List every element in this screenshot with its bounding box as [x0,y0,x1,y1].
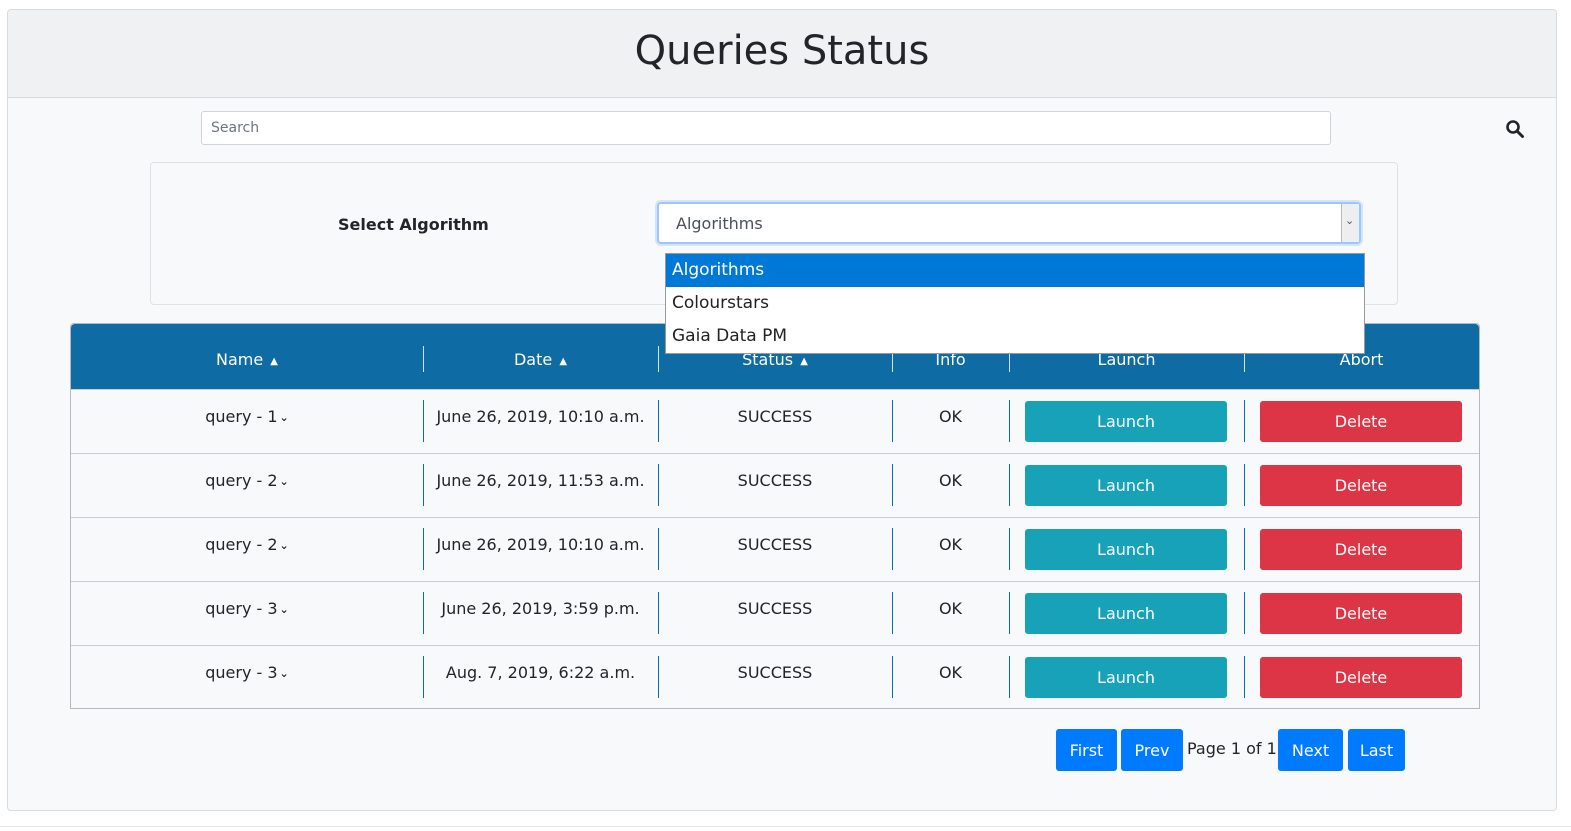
launch-button[interactable]: Launch [1025,657,1227,698]
query-info: OK [938,407,963,426]
query-name: query - 2 [205,471,278,490]
query-name: query - 3 [205,599,278,618]
table-row: query - 1 ⌄ June 26, 2019, 10:10 a.m. SUCCE… [71,389,1479,453]
search-icon[interactable] [1505,119,1525,139]
select-arrow[interactable]: ⌄ [1341,204,1359,242]
next-page-button[interactable]: Next [1278,729,1343,771]
sort-asc-icon: ▲ [559,356,568,367]
algorithm-dropdown-list: Algorithms Colourstars Gaia Data PM [665,253,1365,354]
chevron-down-icon[interactable]: ⌄ [280,647,289,701]
dropdown-option-colourstars[interactable]: Colourstars [666,287,1364,320]
query-status: SUCCESS [737,663,813,682]
chevron-down-icon[interactable]: ⌄ [280,455,289,509]
query-info: OK [938,663,963,682]
delete-button[interactable]: Delete [1260,465,1462,506]
dropdown-option-gaia-data-pm[interactable]: Gaia Data PM [666,320,1364,353]
first-page-button[interactable]: First [1056,729,1117,771]
query-status: SUCCESS [737,407,813,426]
delete-button[interactable]: Delete [1260,593,1462,634]
launch-button[interactable]: Launch [1025,401,1227,442]
chevron-down-icon[interactable]: ⌄ [280,391,289,445]
footer-divider [0,826,1571,827]
search-input[interactable] [201,111,1331,145]
algorithm-select[interactable]: Algorithms ⌄ [657,202,1361,244]
table-row: query - 2 ⌄ June 26, 2019, 10:10 a.m. SUCCE… [71,517,1479,581]
query-status: SUCCESS [737,535,813,554]
queries-table: Name ▲︎ Date ▲ Status ▲︎ Info Launch Abo… [70,323,1480,709]
cell-divider [1009,528,1010,570]
query-date: June 26, 2019, 11:53 a.m. [436,471,645,490]
page-indicator: Page 1 of 1 [1187,739,1277,758]
cell-divider [1244,464,1245,506]
query-name: query - 2 [205,535,278,554]
prev-page-button[interactable]: Prev [1121,729,1183,771]
dropdown-option-algorithms[interactable]: Algorithms [666,254,1364,287]
query-info: OK [938,471,963,490]
cell-divider [1009,592,1010,634]
delete-button[interactable]: Delete [1260,657,1462,698]
launch-button[interactable]: Launch [1025,593,1227,634]
cell-divider [1009,400,1010,442]
query-info: OK [938,599,963,618]
column-header-date[interactable]: Date ▲ [423,324,658,389]
table-row: query - 3 ⌄ June 26, 2019, 3:59 p.m. SUCCES… [71,581,1479,645]
last-page-button[interactable]: Last [1348,729,1405,771]
cell-divider [1244,528,1245,570]
cell-divider [1244,656,1245,698]
delete-button[interactable]: Delete [1260,529,1462,570]
query-status: SUCCESS [737,599,813,618]
query-date: Aug. 7, 2019, 6:22 a.m. [445,663,636,682]
query-name-cell[interactable]: query - 2 ⌄ [71,454,423,518]
cell-divider [1244,400,1245,442]
page-title: Queries Status [634,28,930,74]
query-date: June 26, 2019, 3:59 p.m. [441,599,640,618]
sort-both-icon: ▲︎ [270,356,278,367]
query-name-cell[interactable]: query - 1 ⌄ [71,390,423,454]
card-header: Queries Status [8,10,1556,98]
launch-button[interactable]: Launch [1025,529,1227,570]
table-row: query - 2 ⌄ June 26, 2019, 11:53 a.m. SUCCE… [71,453,1479,517]
query-date: June 26, 2019, 10:10 a.m. [436,407,645,426]
query-info: OK [938,535,963,554]
select-algorithm-label: Select Algorithm [338,215,489,234]
query-name-cell[interactable]: query - 2 ⌄ [71,518,423,582]
query-status: SUCCESS [737,471,813,490]
query-date: June 26, 2019, 10:10 a.m. [436,535,645,554]
query-name-cell[interactable]: query - 3 ⌄ [71,582,423,646]
launch-button[interactable]: Launch [1025,465,1227,506]
algorithm-select-value: Algorithms [676,214,763,233]
delete-button[interactable]: Delete [1260,401,1462,442]
cell-divider [1244,592,1245,634]
query-name: query - 3 [205,663,278,682]
table-row: query - 3 ⌄ Aug. 7, 2019, 6:22 a.m. SUCCESS… [71,645,1479,709]
chevron-down-icon[interactable]: ⌄ [280,583,289,637]
cell-divider [1009,656,1010,698]
query-name-cell[interactable]: query - 3 ⌄ [71,646,423,710]
chevron-down-icon: ⌄ [1345,214,1355,227]
query-name: query - 1 [205,407,278,426]
cell-divider [1009,464,1010,506]
chevron-down-icon[interactable]: ⌄ [280,519,289,573]
column-header-name[interactable]: Name ▲︎ [71,324,423,389]
